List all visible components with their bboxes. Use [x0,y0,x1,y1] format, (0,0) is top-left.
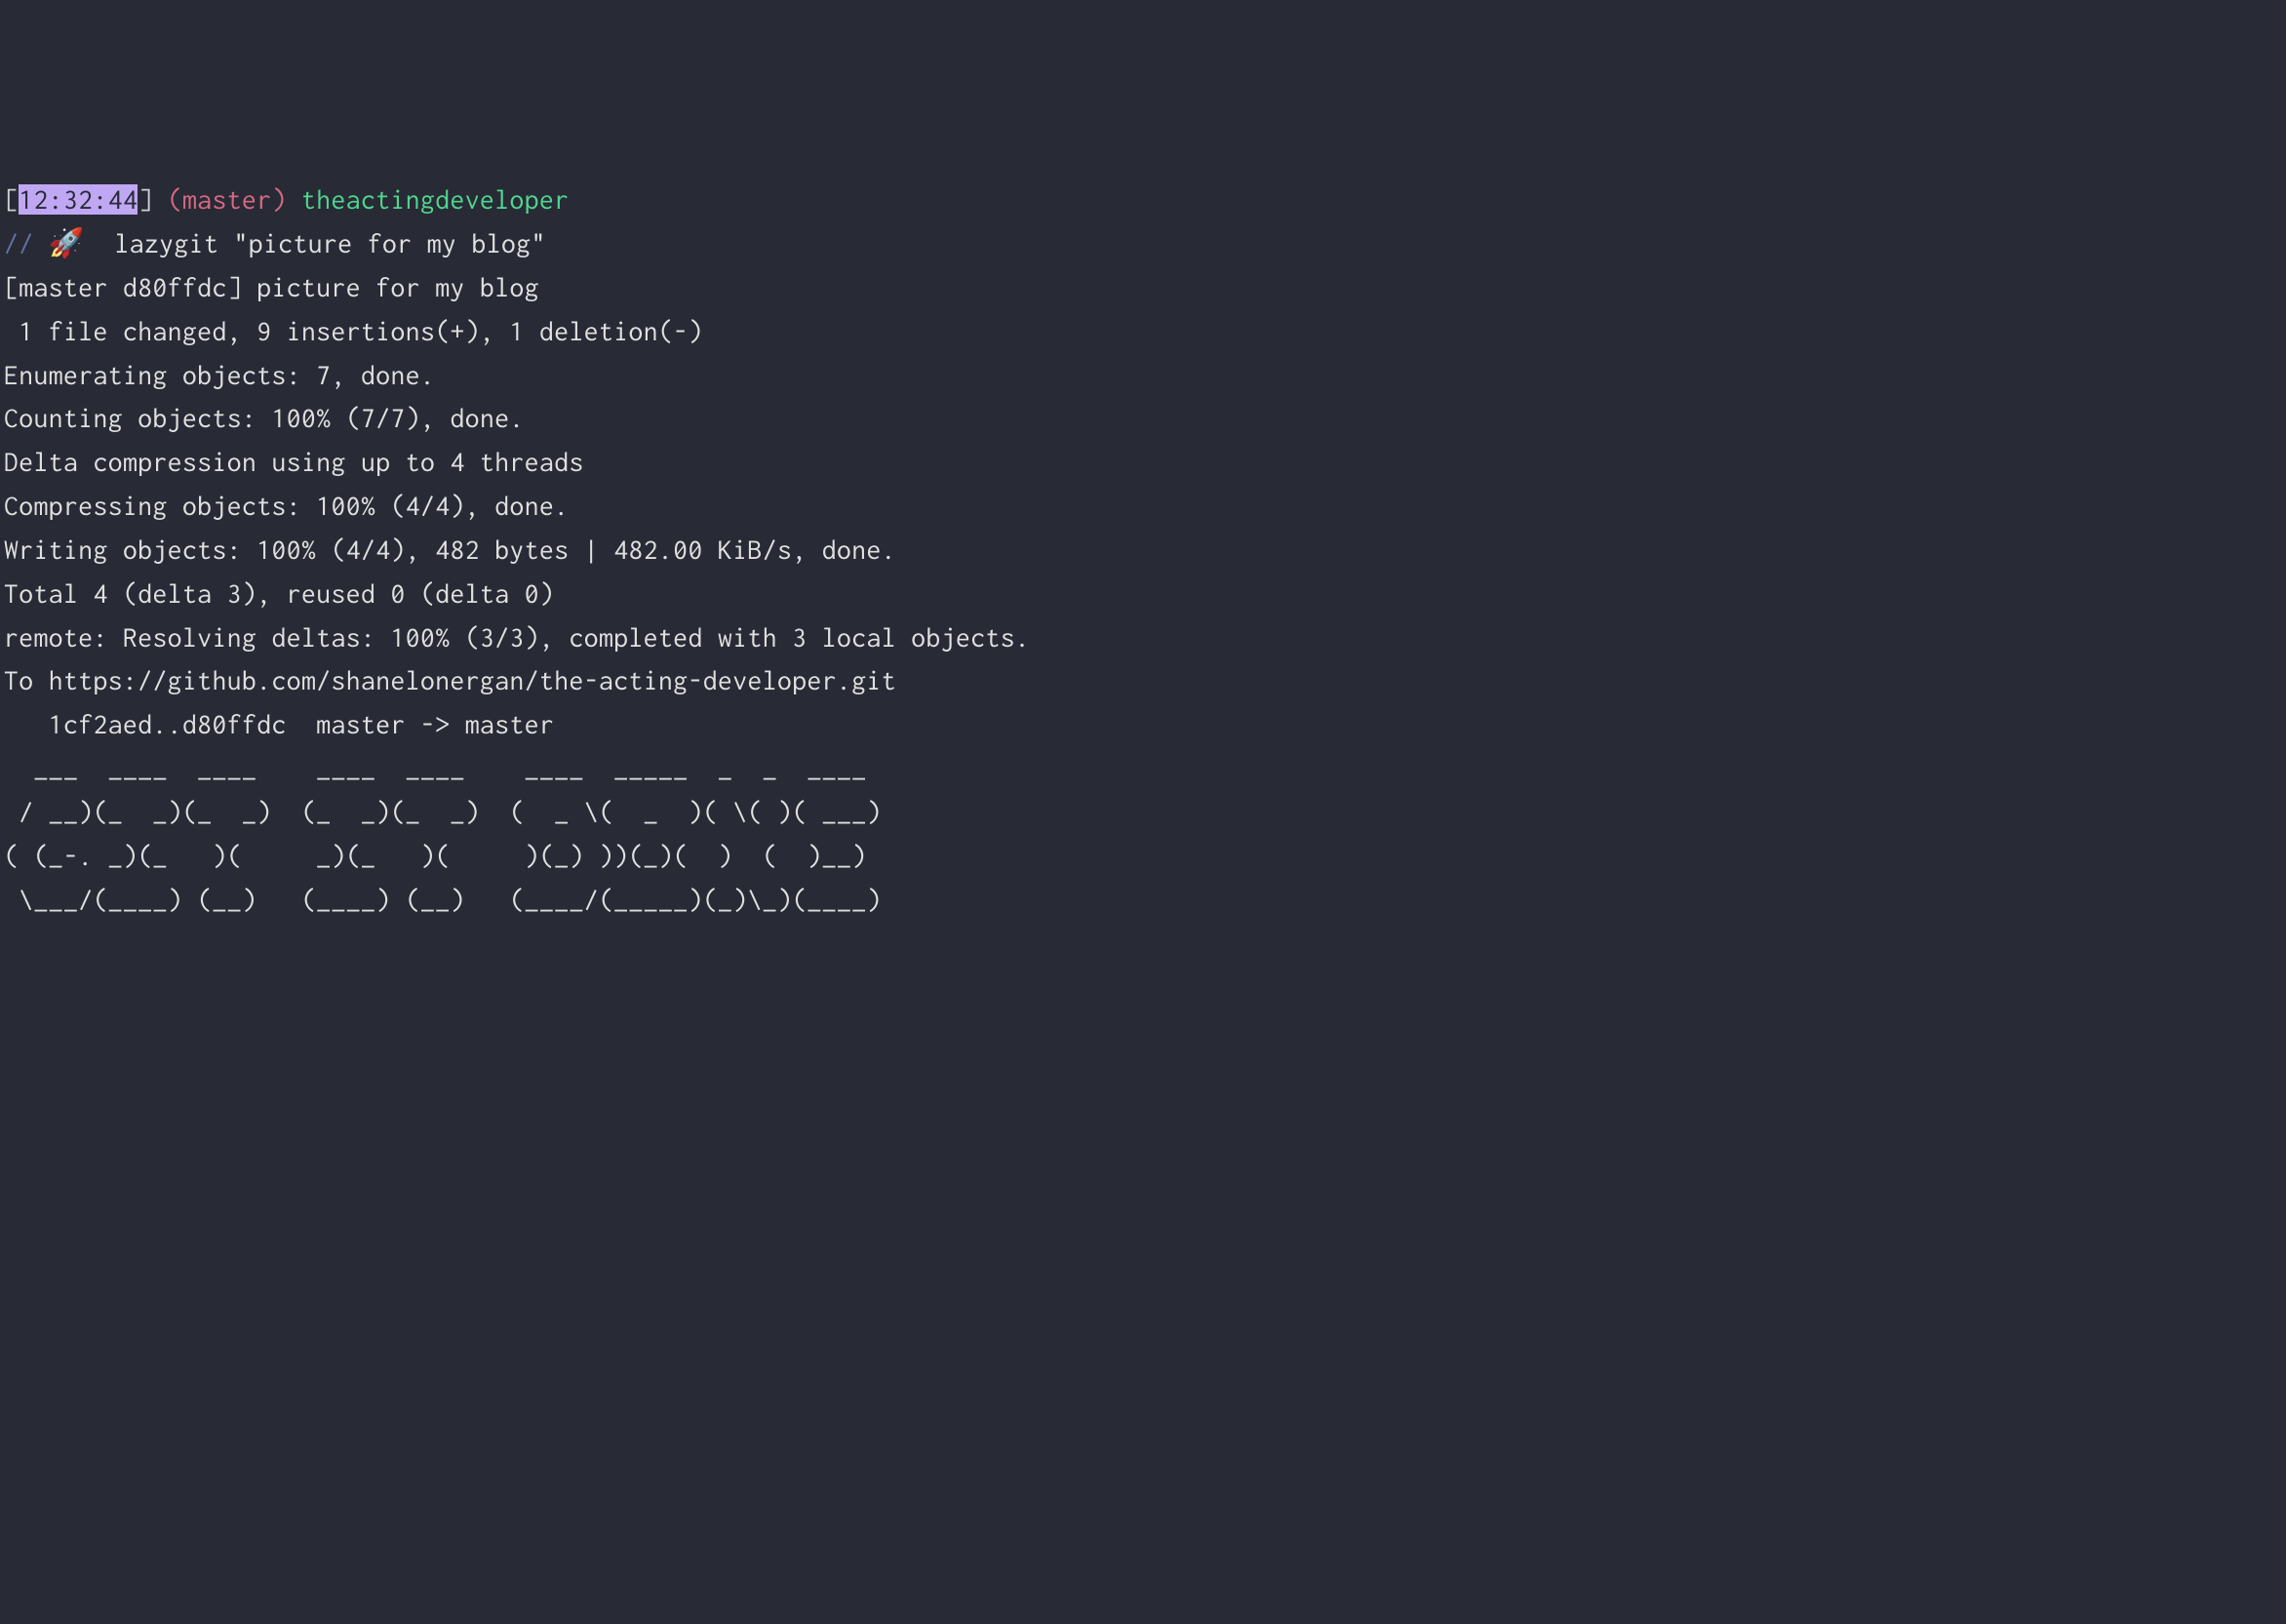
repo-name: theactingdeveloper [301,184,570,215]
comment-prefix: // [4,228,49,258]
ascii-art-line: \___/(____) (__) (____) (__) (____/(____… [4,879,2286,923]
ascii-art-line: ___ ____ ____ ____ ____ ____ _____ _ _ _… [4,747,2286,791]
command-text: lazygit "picture for my blog" [114,228,545,258]
branch-name: master [182,184,272,215]
timestamp: 12:32:44 [19,184,138,215]
rocket-icon: 🚀 [49,222,85,266]
bracket-open: [ [4,184,19,215]
branch-open-paren: ( [168,184,182,215]
output-line: Total 4 (delta 3), reused 0 (delta 0) [4,573,2286,616]
output-line: remote: Resolving deltas: 100% (3/3), co… [4,616,2286,660]
command-line: // 🚀 lazygit "picture for my blog" [4,222,2286,266]
terminal-window[interactable]: [12:32:44] (master) theactingdeveloper//… [0,175,2286,1406]
output-line: Delta compression using up to 4 threads [4,441,2286,485]
output-line: Compressing objects: 100% (4/4), done. [4,485,2286,529]
output-line: To https://github.com/shanelonergan/the-… [4,659,2286,703]
output-line: Enumerating objects: 7, done. [4,354,2286,398]
output-line: 1cf2aed..d80ffdc master -> master [4,703,2286,747]
prompt-line: [12:32:44] (master) theactingdeveloper [4,178,2286,222]
output-line: 1 file changed, 9 insertions(+), 1 delet… [4,310,2286,354]
output-line: Counting objects: 100% (7/7), done. [4,397,2286,441]
bracket-close: ] [138,184,152,215]
branch-close-paren: ) [272,184,287,215]
output-line: [master d80ffdc] picture for my blog [4,266,2286,310]
ascii-art-line: ( (_-. _)(_ )( _)(_ )( )(_) ))(_)( ) ( )… [4,835,2286,879]
ascii-art-line: / __)(_ _)(_ _) (_ _)(_ _) ( _ \( _ )( \… [4,791,2286,835]
output-line: Writing objects: 100% (4/4), 482 bytes |… [4,529,2286,573]
